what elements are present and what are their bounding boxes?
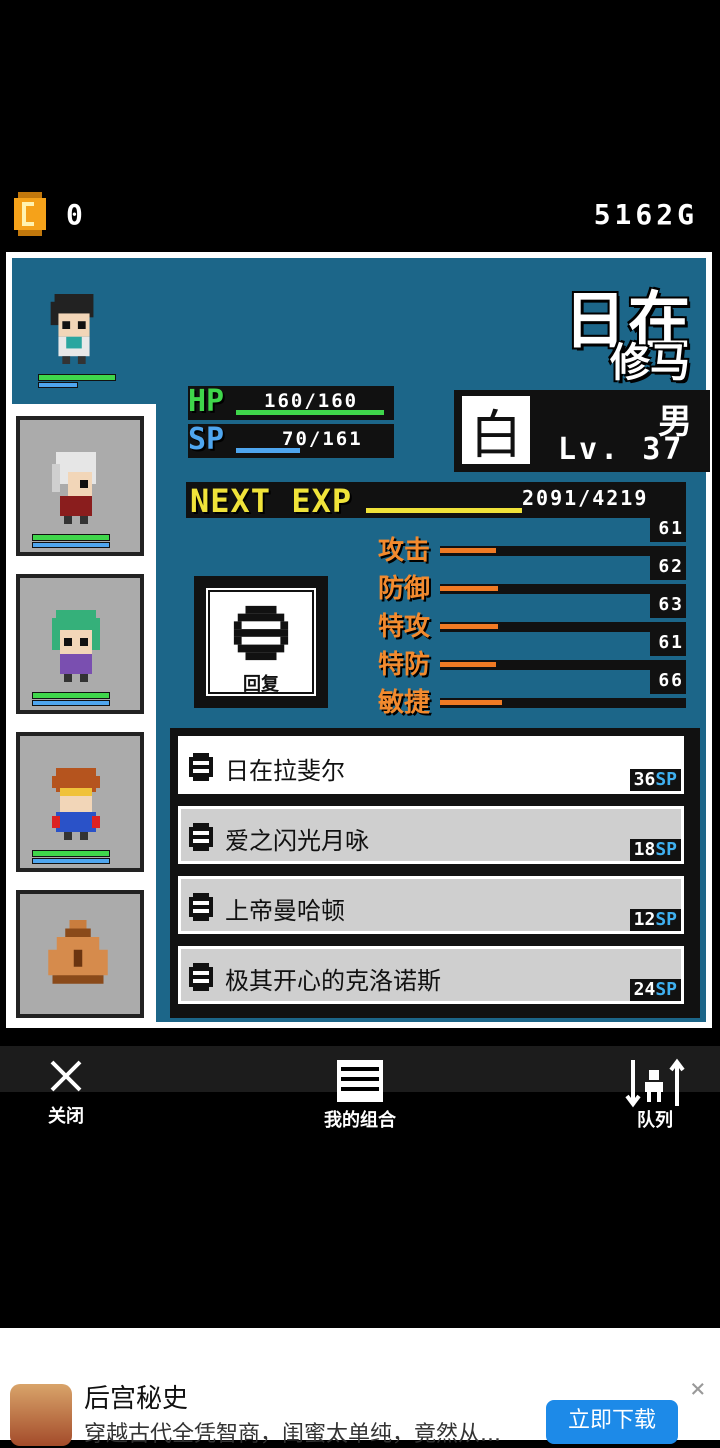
party-member-bars [32,692,110,706]
item-ball-icon [233,605,289,661]
ad-title: 后宫秘史 [84,1384,189,1414]
skill-item[interactable]: 极其开心的克洛诺斯 24SP [178,946,684,1004]
my-combo-button[interactable]: 我的组合 [314,1058,406,1132]
next-exp-value: 2091/4219 [522,486,649,510]
list-icon [337,1060,383,1102]
team-order-button[interactable]: 队列 [620,1058,690,1132]
close-icon [50,1060,82,1092]
attr-special-defense: 特防 61 [378,632,686,680]
attr-value: 62 [658,556,684,577]
my-combo-label: 我的组合 [324,1110,396,1131]
attr-defense: 防御 62 [378,556,686,604]
coin-count: 0 [66,198,85,231]
attr-special-attack: 特攻 63 [378,594,686,642]
skill-ball-icon [189,823,213,851]
attr-agility: 敏捷 66 [378,670,686,718]
attr-value: 61 [658,518,684,539]
level: Lv. 37 [558,432,685,467]
skill-cost: 24SP [629,979,681,1001]
premium-coin-icon [14,192,46,236]
skill-name: 上帝曼哈顿 [225,897,345,925]
skill-item[interactable]: 爱之闪光月咏 18SP [178,806,684,864]
skill-list: 日在拉斐尔 36SP 爱之闪光月咏 18SP 上帝曼哈顿 12SP 极其开心的克… [170,728,700,1018]
class-icon: 白 [469,405,522,466]
exp-bar [366,508,522,513]
character-sprite-icon [52,452,96,524]
attr-value: 63 [658,594,684,615]
skill-cost: 18SP [629,839,681,861]
sp-label: SP [188,422,225,457]
party-member-bars [38,374,116,388]
skill-item[interactable]: 上帝曼哈顿 12SP [178,876,684,934]
character-sprite-icon [52,768,100,840]
attr-label: 攻击 [378,536,431,566]
recover-button[interactable]: 回复 [194,576,328,708]
party-member-3[interactable] [12,570,148,718]
character-sprite-icon [52,610,100,682]
party-member-bars [32,850,110,864]
party-member-bars [32,534,110,548]
attr-value: 61 [658,632,684,653]
party-member-2[interactable] [12,412,148,560]
character-subname: 修马 [610,340,690,386]
skill-ball-icon [189,963,213,991]
sp-box: SP 70/161 [188,422,394,458]
skill-name: 日在拉斐尔 [225,757,345,785]
gold-amount: 5162G [593,198,698,231]
hp-box: HP 160/160 [188,384,394,420]
skill-name: 爱之闪光月咏 [225,827,369,855]
attr-attack: 攻击 61 [378,518,686,566]
money-bag-icon [48,920,108,984]
attr-label: 敏捷 [378,688,431,718]
skill-item[interactable]: 日在拉斐尔 36SP [178,736,684,794]
attr-label: 特攻 [378,612,431,642]
close-label: 关闭 [48,1106,84,1127]
sp-value: 70/161 [282,428,363,450]
hp-label: HP [188,384,225,419]
team-order-label: 队列 [637,1110,673,1131]
ad-description: 穿越古代全凭智商，闺蜜太单纯，竟然从... [84,1422,501,1447]
attr-value: 66 [658,670,684,691]
skill-cost: 12SP [629,909,681,931]
party-member-1[interactable] [22,282,134,398]
ad-avatar [10,1384,72,1446]
skill-name: 极其开心的克洛诺斯 [225,967,441,995]
next-exp-label: NEXT EXP [190,482,353,520]
skill-ball-icon [189,753,213,781]
inventory-bag-slot[interactable] [12,886,148,1022]
attr-label: 防御 [378,574,431,604]
close-button[interactable]: 关闭 [30,1058,102,1128]
attr-label: 特防 [378,650,431,680]
skill-cost: 36SP [629,769,681,791]
recover-label: 回复 [243,674,279,695]
party-member-4[interactable] [12,728,148,876]
sort-team-icon [625,1058,685,1108]
skill-ball-icon [189,893,213,921]
character-sprite-icon [50,294,94,364]
ad-download-button[interactable]: 立即下载 [546,1400,678,1444]
ad-close-icon[interactable]: × [690,1376,712,1402]
hp-value: 160/160 [264,390,359,412]
